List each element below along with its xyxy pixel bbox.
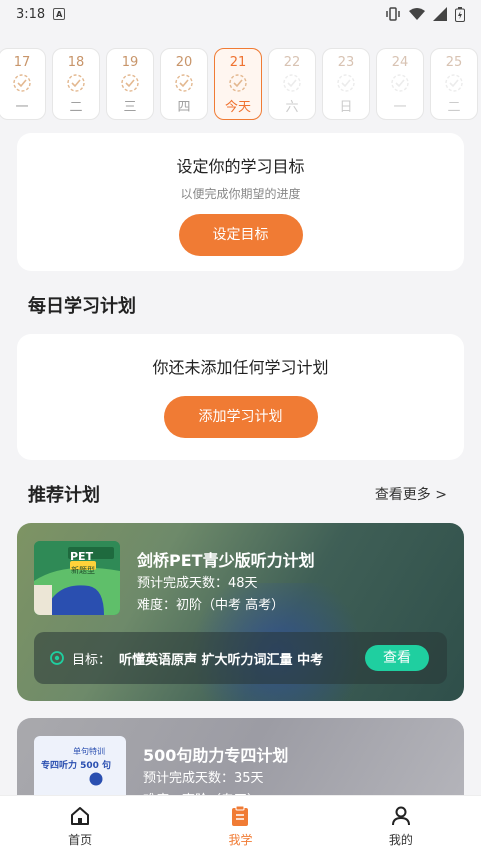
plan-days: 预计完成天数：35天 [143, 771, 264, 786]
bottom-tab-bar: 首页 我学 我的 [0, 795, 481, 856]
day-weekday: 二 [69, 100, 83, 115]
set-goal-button[interactable]: 设定目标 [178, 214, 303, 256]
tab-label: 我的 [388, 832, 413, 847]
pet-thumb-badge: 新题型 [71, 566, 95, 575]
day-24[interactable]: 24 一 [376, 48, 424, 120]
battery-icon [455, 6, 465, 22]
dashed-check-icon [175, 74, 193, 92]
day-weekday: 一 [393, 100, 407, 115]
day-number: 19 [121, 55, 139, 70]
day-weekday: 四 [177, 100, 191, 115]
day-21-today[interactable]: 21 今天 [214, 48, 262, 120]
day-weekday: 日 [339, 100, 353, 115]
date-strip: 17 一 18 二 19 三 20 四 21 今天 22 六 23 日 24 一… [0, 48, 478, 120]
goal-text: 听懂英语原声 扩大听力词汇量 中考 [119, 652, 324, 668]
day-22[interactable]: 22 六 [268, 48, 316, 120]
recommend-card-pet[interactable]: PET 新题型 剑桥PET青少版听力计划 预计完成天数：48天 难度：初阶（中考… [17, 523, 464, 701]
day-19[interactable]: 19 三 [106, 48, 154, 120]
plan-title: 500句助力专四计划 [143, 746, 289, 765]
wifi-icon [409, 8, 425, 20]
recommend-title: 推荐计划 [28, 485, 100, 506]
pet-thumb-label: PET [70, 550, 94, 563]
plan-goal-bar: 目标： 听懂英语原声 扩大听力词汇量 中考 查看 [34, 632, 447, 684]
goal-label: 目标： [72, 652, 112, 668]
daily-plan-card: 你还未添加任何学习计划 添加学习计划 [17, 334, 464, 460]
see-more-link[interactable]: 查看更多 > [375, 484, 447, 504]
day-weekday: 三 [123, 100, 137, 115]
dashed-check-icon [121, 74, 139, 92]
day-number: 22 [283, 55, 301, 70]
clipboard-icon [232, 805, 249, 826]
goal-card: 设定你的学习目标 以便完成你期望的进度 设定目标 [17, 133, 464, 271]
signal-icon [433, 7, 447, 21]
day-25[interactable]: 25 二 [430, 48, 478, 120]
day-weekday: 一 [15, 100, 29, 115]
day-number: 20 [175, 55, 193, 70]
plan-level: 难度：初阶（中考 高考） [137, 598, 285, 613]
target-icon [50, 651, 64, 665]
tab-home[interactable]: 首页 [0, 796, 160, 856]
vibrate-icon [386, 7, 400, 21]
day-number: 23 [337, 55, 355, 70]
dashed-check-icon [391, 74, 409, 92]
status-time: 3:18 [16, 6, 46, 22]
tab-label: 我学 [228, 832, 253, 847]
day-weekday: 二 [447, 100, 461, 115]
notification-a-icon: A [53, 8, 66, 20]
tab-profile[interactable]: 我的 [321, 796, 481, 856]
tab-my-study[interactable]: 我学 [160, 796, 320, 856]
day-18[interactable]: 18 二 [52, 48, 100, 120]
plan-days: 预计完成天数：48天 [137, 576, 258, 591]
view-plan-button[interactable]: 查看 [365, 645, 429, 671]
day-17[interactable]: 17 一 [0, 48, 46, 120]
day-number: 17 [13, 55, 31, 70]
dashed-check-icon [229, 74, 247, 92]
dashed-check-icon [445, 74, 463, 92]
tab-label: 首页 [68, 832, 93, 847]
goal-subtitle: 以便完成你期望的进度 [180, 187, 301, 201]
day-number: 18 [67, 55, 85, 70]
dashed-check-icon [337, 74, 355, 92]
day-weekday: 六 [285, 100, 299, 115]
home-icon [71, 806, 90, 825]
person-icon [391, 806, 410, 825]
day-number: 21 [229, 55, 247, 70]
number-one-icon [89, 772, 103, 786]
day-number: 24 [391, 55, 409, 70]
dashed-check-icon [13, 74, 31, 92]
dashed-check-icon [67, 74, 85, 92]
tem4-thumb-top: 单句特训 [73, 747, 105, 756]
day-weekday: 今天 [224, 100, 251, 115]
dashed-check-icon [283, 74, 301, 92]
day-23[interactable]: 23 日 [322, 48, 370, 120]
add-plan-button[interactable]: 添加学习计划 [163, 396, 318, 438]
goal-title: 设定你的学习目标 [176, 157, 305, 176]
day-20[interactable]: 20 四 [160, 48, 208, 120]
tem4-thumb-title: 专四听力 500 句 [41, 761, 112, 771]
plan-title: 剑桥PET青少版听力计划 [137, 551, 315, 570]
daily-plan-title: 每日学习计划 [28, 296, 136, 317]
daily-plan-empty-text: 你还未添加任何学习计划 [152, 358, 329, 377]
status-bar: 3:18 A [0, 0, 481, 28]
day-number: 25 [445, 55, 463, 70]
